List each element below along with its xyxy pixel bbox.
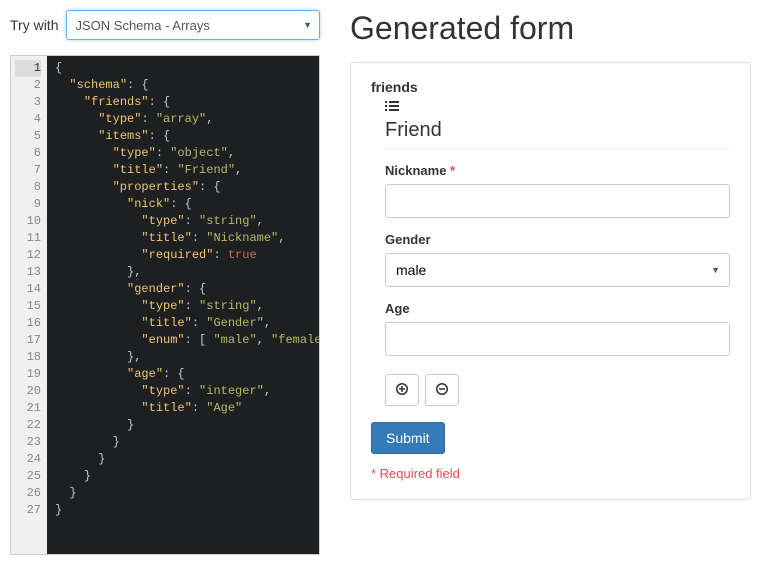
add-item-button[interactable] (385, 374, 419, 406)
friend-item: Friend Nickname * Gender male Age (385, 119, 730, 356)
trywith-select[interactable]: JSON Schema - Arrays (66, 10, 320, 40)
friends-array-label: friends (371, 79, 730, 95)
required-field-note: * Required field (371, 466, 730, 481)
plus-circle-icon (396, 383, 408, 398)
required-star: * (450, 163, 455, 178)
json-editor[interactable]: 1234567891011121314151617181920212223242… (10, 55, 320, 555)
editor-code[interactable]: { "schema": { "friends": { "type": "arra… (47, 56, 319, 554)
submit-button[interactable]: Submit (371, 422, 445, 454)
editor-gutter: 1234567891011121314151617181920212223242… (11, 56, 47, 554)
age-label: Age (385, 301, 730, 316)
minus-circle-icon (436, 383, 448, 398)
gender-label: Gender (385, 232, 730, 247)
trywith-label: Try with (10, 17, 58, 33)
nickname-input[interactable] (385, 184, 730, 218)
form-panel: friends Friend Nickname * Gender male (350, 62, 751, 500)
page-title: Generated form (350, 10, 751, 47)
nickname-label: Nickname * (385, 163, 730, 178)
age-input[interactable] (385, 322, 730, 356)
list-icon (385, 99, 730, 115)
remove-item-button[interactable] (425, 374, 459, 406)
gender-select[interactable]: male (385, 253, 730, 287)
friend-title: Friend (385, 119, 730, 149)
